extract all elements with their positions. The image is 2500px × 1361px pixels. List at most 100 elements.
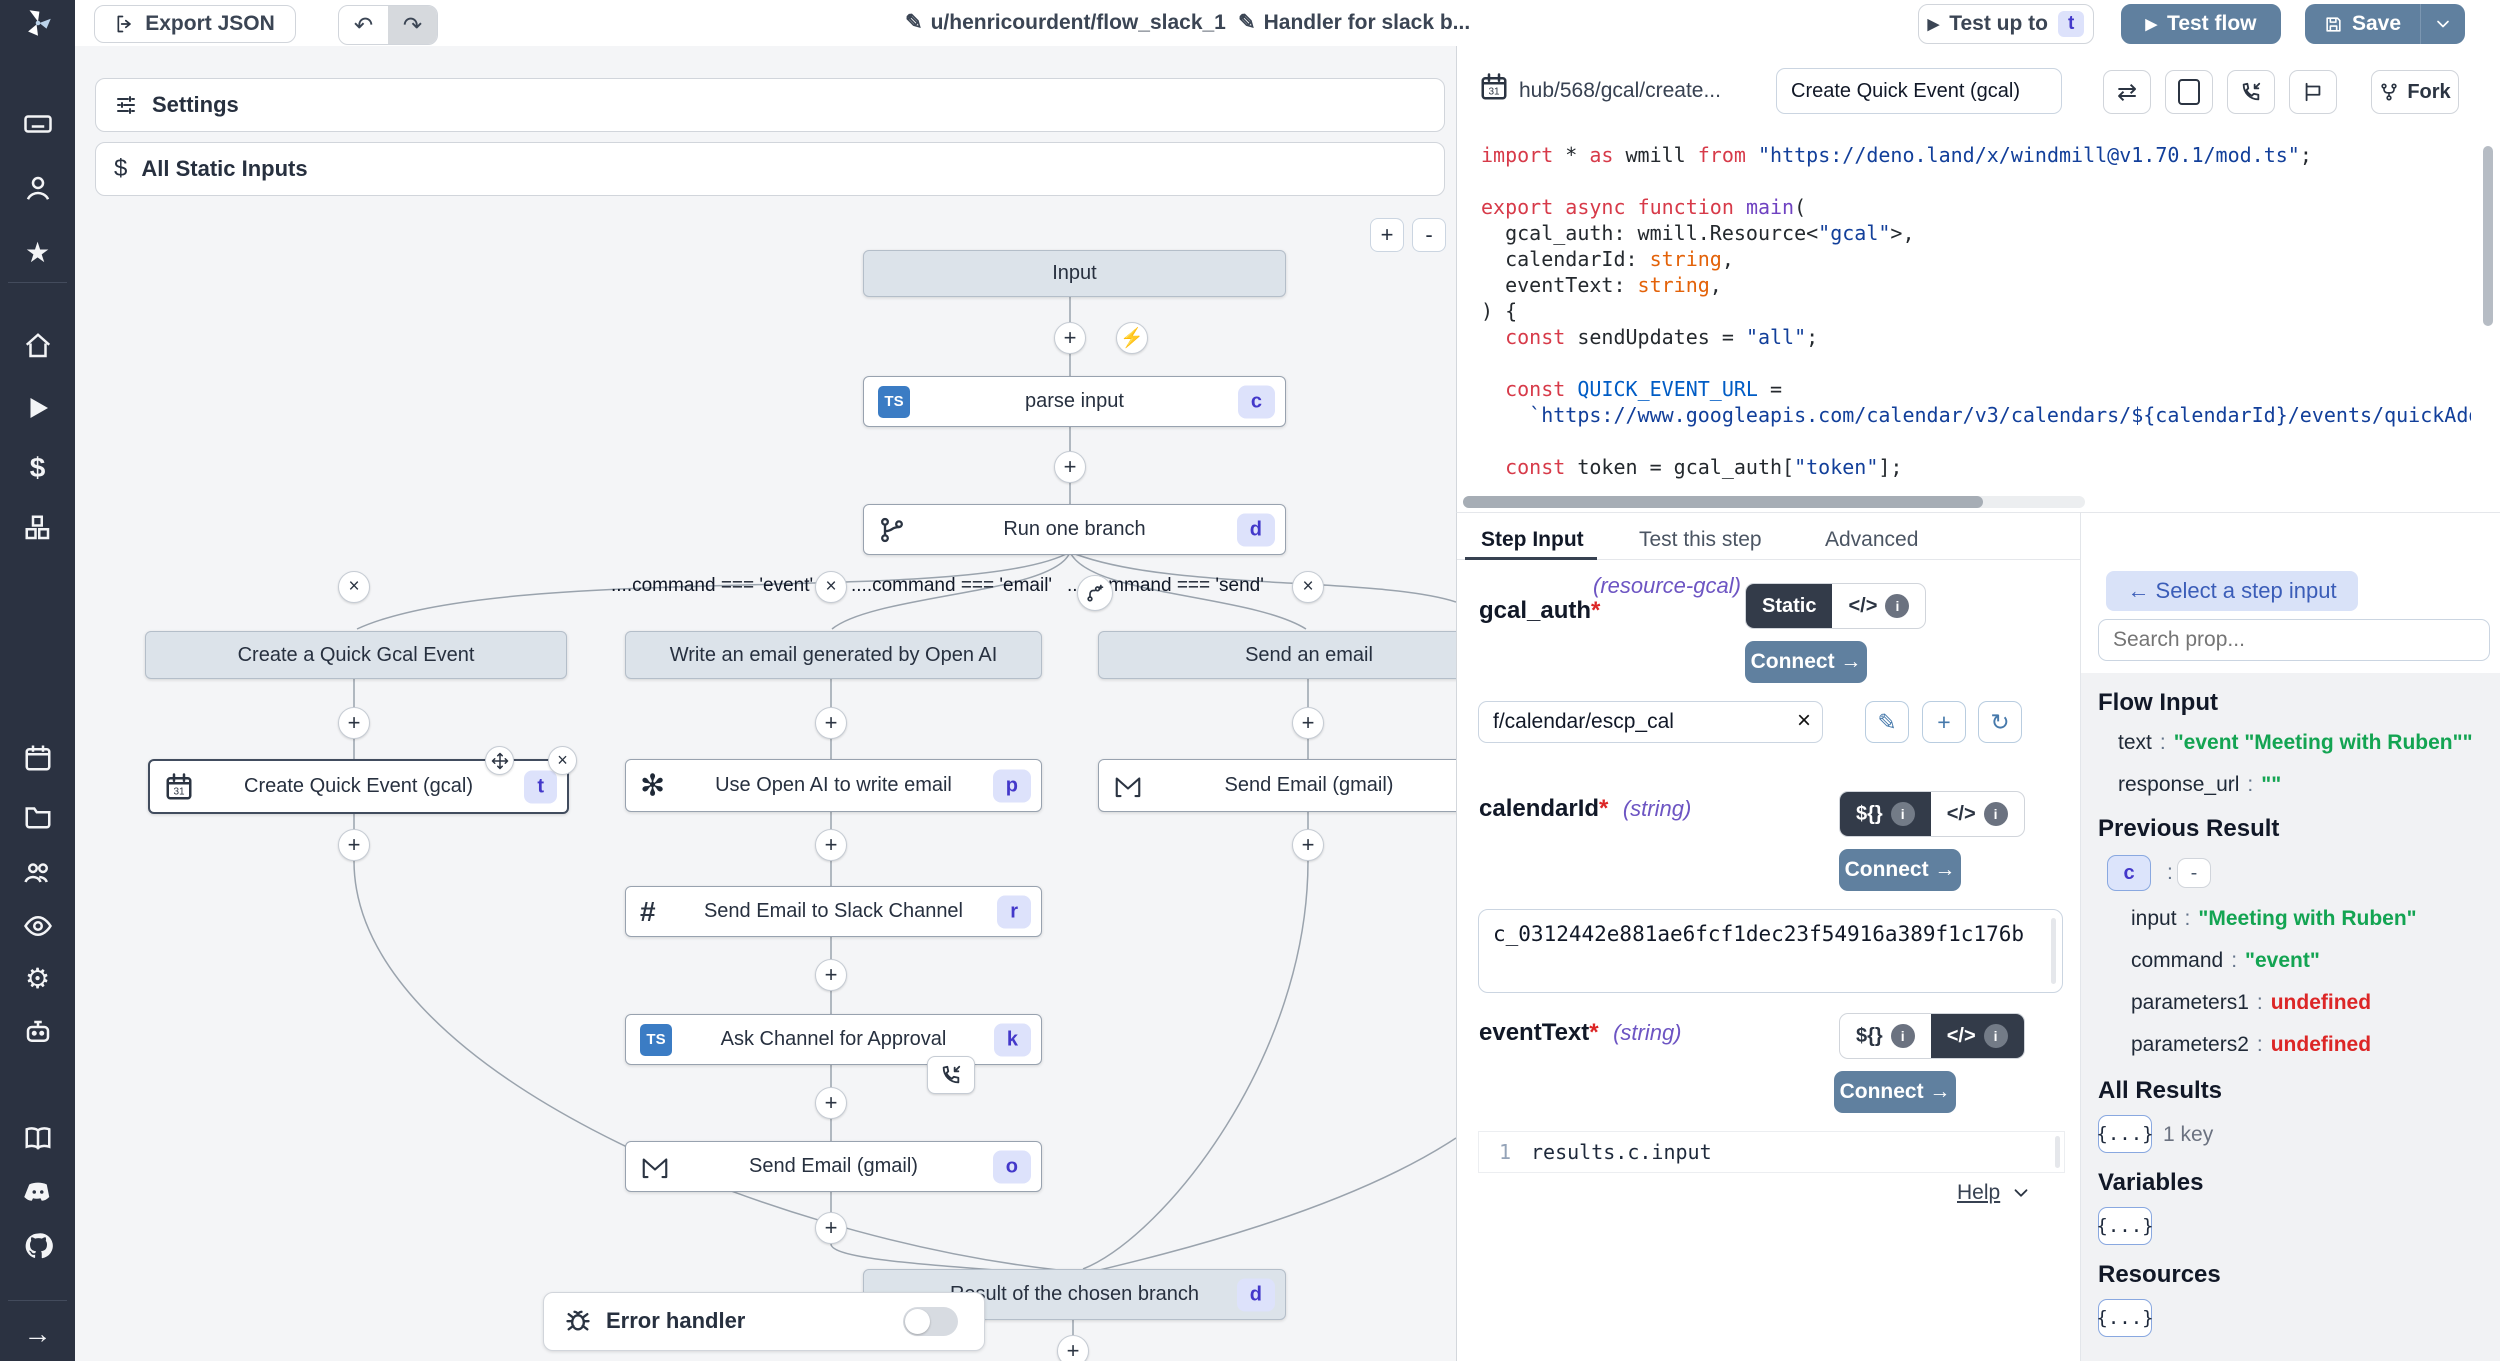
clear-resource-icon[interactable]: × — [1797, 707, 1811, 735]
prop-row[interactable]: text:"event "Meeting with Ruben"" — [2118, 731, 2473, 755]
keyboard-icon[interactable] — [18, 106, 58, 142]
remove-branch-button[interactable]: × — [1292, 571, 1324, 603]
add-step-button[interactable]: + — [1054, 322, 1086, 354]
trigger-lightning-icon[interactable]: ⚡ — [1116, 322, 1148, 354]
step-node-send-email-gmail[interactable]: Send Email (gmail) o — [625, 1141, 1042, 1192]
add-step-button[interactable]: + — [338, 829, 370, 861]
collapse-chip[interactable]: - — [2177, 858, 2211, 888]
discord-icon[interactable] — [18, 1174, 58, 1210]
save-button[interactable]: Save — [2305, 4, 2421, 44]
fork-button[interactable]: Fork — [2371, 70, 2459, 114]
remove-branch-button[interactable]: × — [338, 571, 370, 603]
add-resource-button[interactable]: + — [1922, 701, 1966, 743]
schedules-calendar-icon[interactable] — [18, 740, 58, 776]
breadcrumb[interactable]: ✎ u/henricourdent/flow_slack_1 — [905, 10, 1226, 35]
zoom-out-button[interactable]: - — [1412, 218, 1446, 252]
variables-dollar-icon[interactable]: $ — [18, 450, 58, 486]
select-step-input-button[interactable]: ← Select a step input — [2106, 571, 2358, 611]
error-handler-toggle[interactable] — [903, 1307, 958, 1336]
audit-eye-icon[interactable] — [18, 908, 58, 944]
home-icon[interactable] — [18, 328, 58, 364]
folders-icon[interactable] — [18, 798, 58, 834]
flow-input-node[interactable]: Input — [863, 250, 1286, 297]
suspend-button[interactable] — [2227, 70, 2275, 114]
add-step-button[interactable]: + — [815, 1087, 847, 1119]
hub-script-path[interactable]: hub/568/gcal/create... — [1519, 79, 1721, 103]
code-vscrollbar[interactable] — [2483, 146, 2493, 326]
step-name-input[interactable] — [1776, 68, 2062, 114]
add-step-button[interactable]: + — [815, 829, 847, 861]
code-hscrollbar[interactable] — [1463, 496, 2085, 508]
help-link[interactable]: Help — [1957, 1181, 2032, 1205]
resources-cubes-icon[interactable] — [18, 510, 58, 546]
github-icon[interactable] — [18, 1228, 58, 1264]
variables-object-chip[interactable]: {...} — [2098, 1207, 2152, 1245]
test-up-to-button[interactable]: ▶ Test up to t — [1918, 4, 2094, 44]
event-text-expression-editor[interactable]: 1 results.c.input — [1478, 1131, 2065, 1173]
star-icon[interactable]: ★ — [18, 234, 58, 270]
redo-button[interactable]: ↷ — [388, 6, 437, 44]
runs-play-icon[interactable] — [18, 390, 58, 426]
add-branch-button[interactable] — [1077, 575, 1113, 611]
branch-summary-node[interactable]: Create a Quick Gcal Event — [145, 631, 567, 679]
add-step-button[interactable]: + — [1057, 1335, 1089, 1361]
error-handler-card[interactable]: Error handler — [543, 1292, 985, 1351]
step-id-chip[interactable]: c — [2107, 855, 2151, 891]
info-icon[interactable]: i — [1891, 1024, 1915, 1048]
workers-robot-icon[interactable] — [18, 1014, 58, 1050]
info-icon[interactable]: i — [1984, 1024, 2008, 1048]
add-step-button[interactable]: + — [815, 959, 847, 991]
static-mode-button[interactable]: Static — [1746, 584, 1832, 628]
edit-resource-button[interactable]: ✎ — [1865, 701, 1909, 743]
code-editor[interactable]: import * as wmill from "https://deno.lan… — [1481, 142, 2471, 492]
tab-test-this-step[interactable]: Test this step — [1639, 521, 1762, 559]
flow-settings-bar[interactable]: Settings — [95, 78, 1445, 132]
flow-canvas[interactable]: Settings $ All Static Inputs + - Input +… — [75, 46, 1457, 1361]
javascript-mode-button[interactable]: </>i — [1832, 584, 1925, 628]
step-node-send-email-gmail[interactable]: Send Email (gmail) — [1098, 759, 1457, 812]
template-mode-button[interactable]: ${}i — [1840, 1014, 1931, 1058]
add-step-button[interactable]: + — [338, 707, 370, 739]
all-static-inputs-bar[interactable]: $ All Static Inputs — [95, 142, 1445, 196]
javascript-mode-button[interactable]: </>i — [1931, 792, 2024, 836]
connect-button[interactable]: Connect → — [1745, 641, 1867, 683]
box-button[interactable] — [2165, 70, 2213, 114]
all-results-object-chip[interactable]: {...} — [2098, 1115, 2152, 1153]
prop-row[interactable]: command:"event" — [2131, 949, 2320, 973]
sleep-button[interactable] — [2289, 70, 2337, 114]
zoom-in-button[interactable]: + — [1370, 218, 1404, 252]
test-flow-button[interactable]: ▶ Test flow — [2121, 4, 2281, 44]
suspend-approval-badge[interactable] — [927, 1056, 975, 1094]
save-dropdown-button[interactable] — [2421, 4, 2465, 44]
info-icon[interactable]: i — [1891, 802, 1915, 826]
tab-step-input[interactable]: Step Input — [1481, 521, 1584, 559]
template-mode-button[interactable]: ${}i — [1840, 792, 1931, 836]
connect-button[interactable]: Connect → — [1839, 849, 1961, 891]
step-node-parse-input[interactable]: TS parse input c — [863, 376, 1286, 427]
connect-button[interactable]: Connect → — [1834, 1071, 1956, 1113]
export-json-button[interactable]: Export JSON — [94, 5, 296, 43]
branch-summary-node[interactable]: Write an email generated by Open AI — [625, 631, 1042, 679]
prop-row[interactable]: parameters1:undefined — [2131, 991, 2371, 1015]
calendar-id-input[interactable]: c_0312442e881ae6fcf1dec23f54916a389f1c17… — [1478, 909, 2063, 993]
info-icon[interactable]: i — [1984, 802, 2008, 826]
prop-row[interactable]: parameters2:undefined — [2131, 1033, 2371, 1057]
swap-script-button[interactable]: ⇄ — [2103, 70, 2151, 114]
prop-row[interactable]: response_url:"" — [2118, 773, 2281, 797]
flow-title-crumb[interactable]: ✎ Handler for slack b... — [1238, 10, 1470, 35]
refresh-resource-button[interactable]: ↻ — [1978, 701, 2022, 743]
add-step-button[interactable]: + — [815, 707, 847, 739]
windmill-logo-icon[interactable] — [18, 5, 58, 41]
move-step-button[interactable] — [485, 746, 514, 775]
add-step-button[interactable]: + — [815, 1212, 847, 1244]
prop-row[interactable]: input:"Meeting with Ruben" — [2131, 907, 2417, 931]
step-node-ask-channel-approval[interactable]: TS Ask Channel for Approval k — [625, 1014, 1042, 1065]
undo-button[interactable]: ↶ — [339, 6, 388, 44]
add-step-button[interactable]: + — [1292, 707, 1324, 739]
docs-book-icon[interactable] — [18, 1120, 58, 1156]
groups-users-icon[interactable] — [18, 854, 58, 890]
scrollbar-thumb[interactable] — [1463, 496, 1983, 508]
search-prop-input[interactable] — [2098, 619, 2490, 661]
step-node-send-email-slack[interactable]: # Send Email to Slack Channel r — [625, 886, 1042, 937]
info-icon[interactable]: i — [1885, 594, 1909, 618]
